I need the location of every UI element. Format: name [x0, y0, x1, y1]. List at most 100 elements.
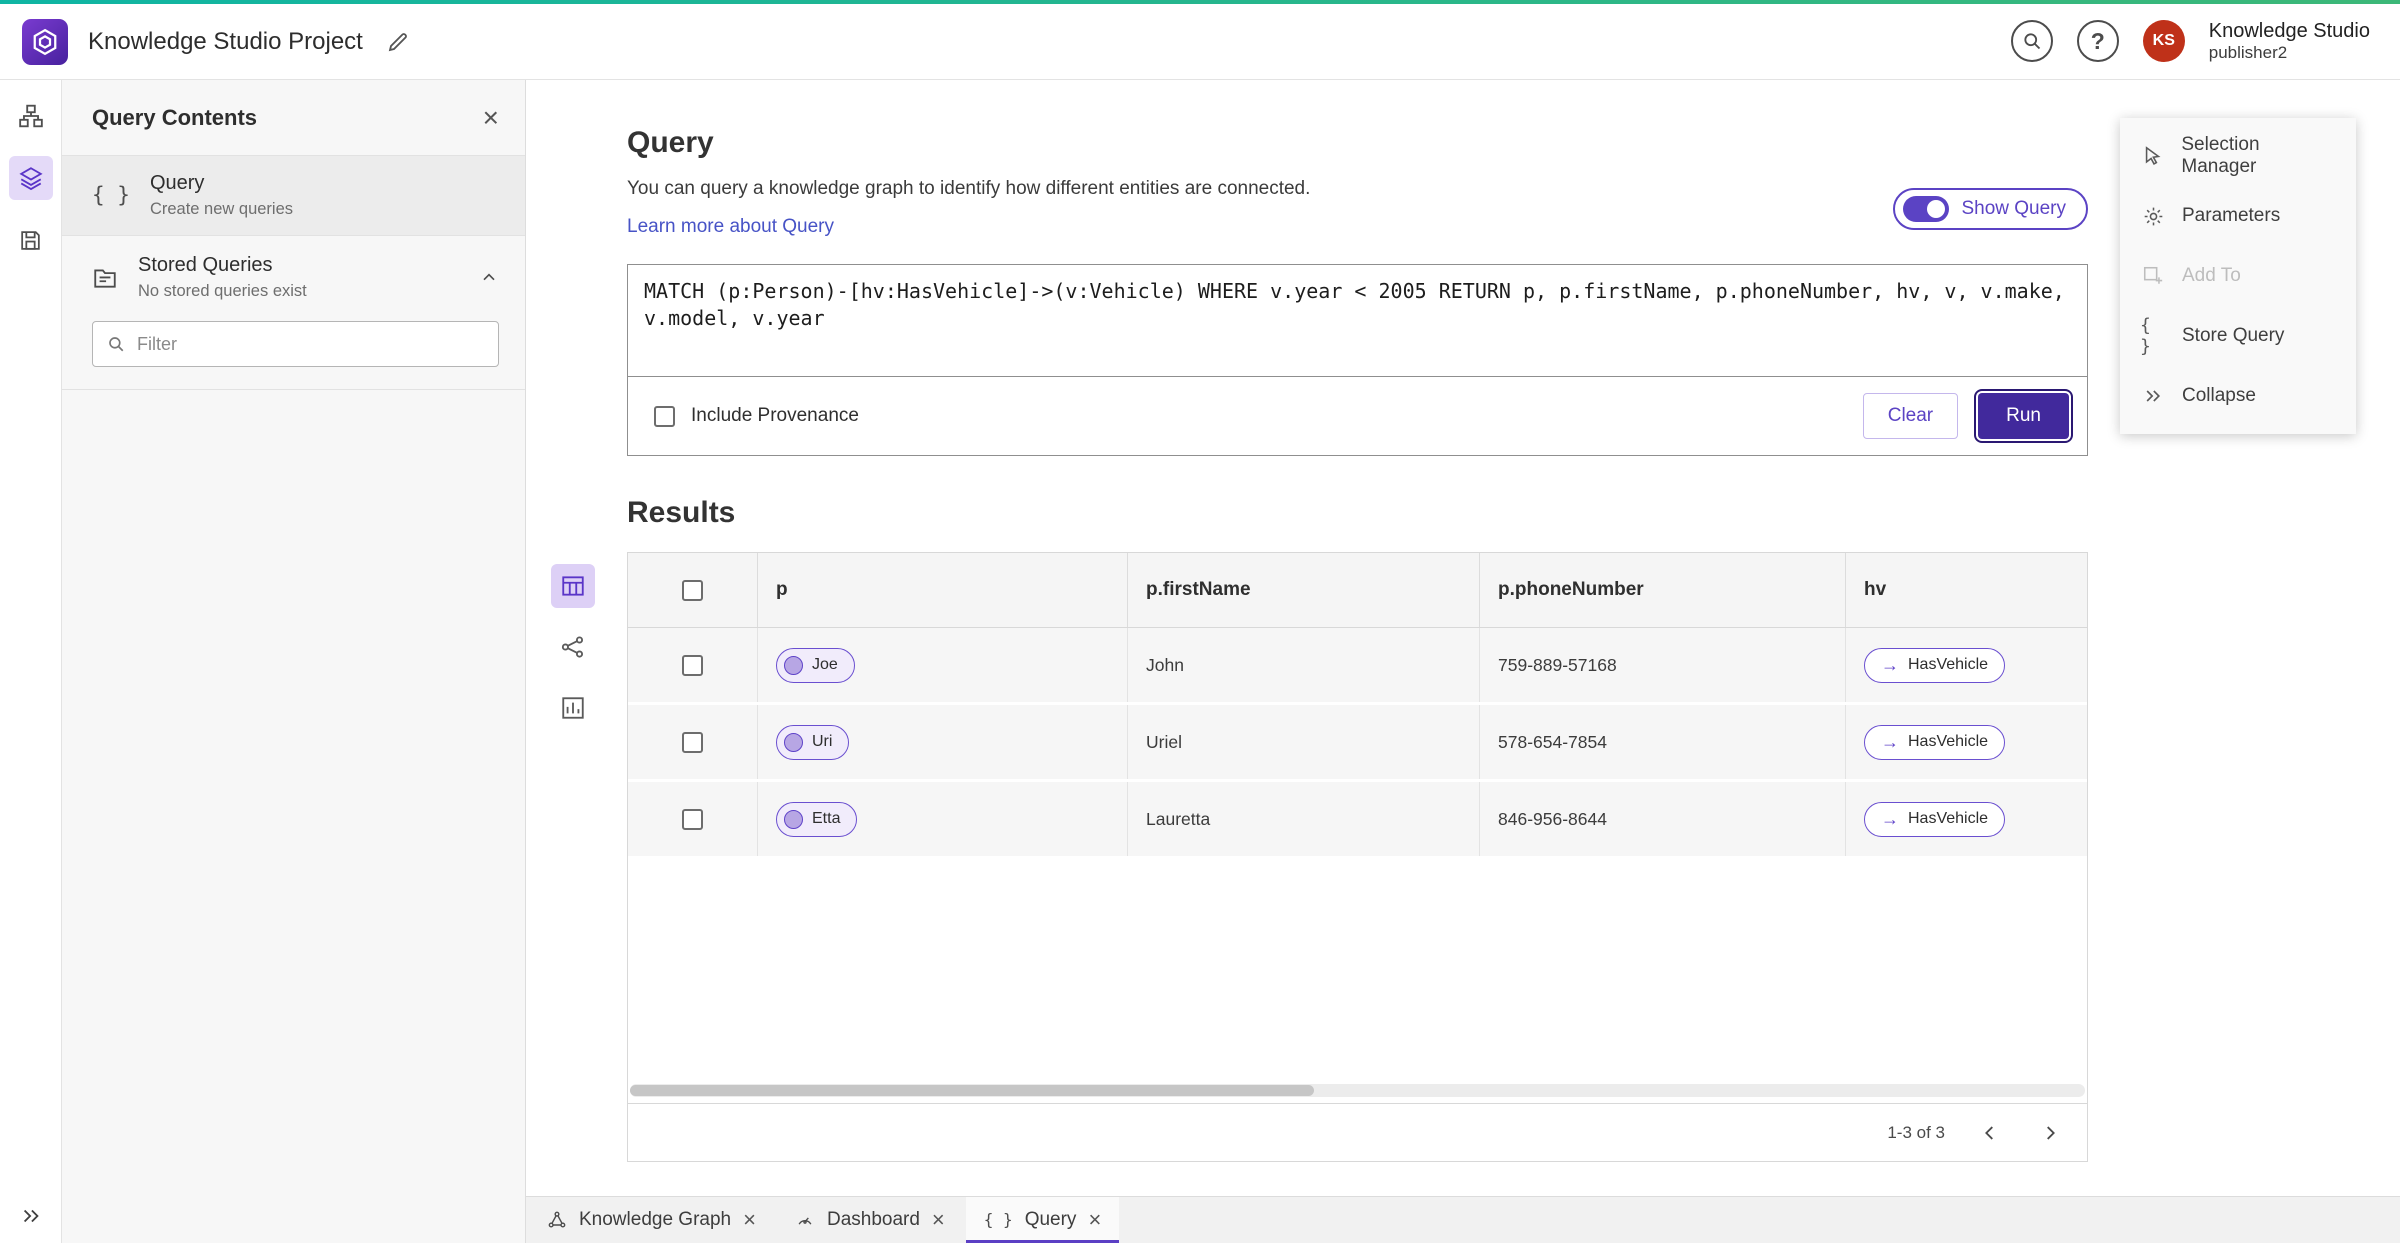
- avatar[interactable]: KS: [2142, 20, 2185, 63]
- node-chip[interactable]: Etta: [776, 801, 858, 837]
- node-icon: [784, 655, 803, 675]
- menu-item-store-query[interactable]: Store Query: [2120, 306, 2356, 366]
- menu-item-label: Collapse: [2182, 385, 2256, 406]
- page-title: Query: [627, 126, 714, 159]
- next-page-button[interactable]: [2035, 1118, 2065, 1148]
- row-checkbox[interactable]: [682, 808, 703, 830]
- toggle-switch-icon: [1903, 196, 1950, 222]
- previous-page-button[interactable]: [1975, 1118, 2005, 1148]
- collapse-section-button[interactable]: [479, 268, 499, 288]
- node-chip-label: Joe: [812, 656, 838, 673]
- sitemap-icon: [18, 104, 43, 128]
- scrollbar-thumb[interactable]: [630, 1085, 1314, 1096]
- column-header-firstname[interactable]: p.firstName: [1128, 553, 1480, 627]
- pagination-range: 1-3 of 3: [1887, 1122, 1945, 1142]
- close-tab-icon[interactable]: [743, 1209, 756, 1231]
- run-button[interactable]: Run: [1978, 393, 2069, 439]
- chart-view-icon: [562, 697, 584, 719]
- select-all-checkbox[interactable]: [682, 579, 703, 601]
- node-chip[interactable]: Joe: [776, 647, 855, 683]
- node-chip[interactable]: Uri: [776, 724, 850, 760]
- results-section: p p.firstName p.phoneNumber hv Joe John …: [551, 552, 2089, 1162]
- edge-arrow-icon: [1881, 732, 1899, 753]
- sidebar-item-query[interactable]: Query Create new queries: [62, 156, 525, 236]
- double-chevron-right-icon: [2146, 390, 2161, 402]
- braces-icon: [984, 1210, 1013, 1230]
- graph-view-icon: [561, 636, 584, 658]
- braces-icon: [2140, 315, 2166, 357]
- edge-chip[interactable]: HasVehicle: [1864, 801, 2006, 837]
- learn-more-link[interactable]: Learn more about Query: [627, 216, 834, 238]
- query-item-subtitle: Create new queries: [149, 200, 294, 218]
- close-panel-icon[interactable]: [483, 104, 499, 132]
- cell-phonenumber: 846-956-8644: [1480, 782, 1846, 856]
- rail-item-model-hierarchy[interactable]: [9, 94, 53, 138]
- close-tab-icon[interactable]: [932, 1209, 945, 1231]
- table-row: Etta Lauretta 846-956-8644 HasVehicle: [628, 782, 2087, 856]
- tab-dashboard[interactable]: Dashboard: [777, 1197, 963, 1243]
- rail-expand-button[interactable]: [0, 1205, 61, 1227]
- top-accent-bar: [0, 0, 2400, 4]
- stored-queries-header[interactable]: Stored Queries No stored queries exist: [62, 236, 525, 315]
- edge-chip[interactable]: HasVehicle: [1864, 724, 2006, 760]
- edge-chip[interactable]: HasVehicle: [1864, 647, 2006, 683]
- cursor-select-icon: [2145, 146, 2161, 165]
- icon-rail: [0, 80, 62, 1243]
- cell-firstname: Lauretta: [1128, 782, 1480, 856]
- node-chip-label: Etta: [812, 810, 841, 827]
- user-info: Knowledge Studio publisher2: [2209, 19, 2370, 63]
- row-checkbox[interactable]: [682, 731, 703, 753]
- horizontal-scrollbar[interactable]: [630, 1084, 2085, 1097]
- results-title: Results: [627, 496, 736, 529]
- menu-item-label: Add To: [2182, 265, 2241, 286]
- query-contents-panel: Query Contents Query Create new queries …: [62, 80, 526, 1243]
- menu-item-parameters[interactable]: Parameters: [2120, 186, 2356, 246]
- dashboard-gauge-icon: [798, 1217, 812, 1225]
- pagination-bar: 1-3 of 3: [628, 1103, 2087, 1161]
- query-editor-box: MATCH (p:Person)-[hv:HasVehicle]->(v:Veh…: [627, 264, 2088, 456]
- save-icon: [21, 230, 40, 250]
- query-textarea[interactable]: MATCH (p:Person)-[hv:HasVehicle]->(v:Veh…: [628, 265, 2087, 377]
- search-icon: [109, 337, 124, 352]
- table-empty-area: [628, 859, 2087, 1084]
- header-actions: KS Knowledge Studio publisher2: [2010, 19, 2370, 63]
- query-page: Query You can query a knowledge graph to…: [526, 80, 2400, 1196]
- rail-item-saved[interactable]: [9, 218, 53, 262]
- menu-item-selection-manager[interactable]: Selection Manager: [2120, 126, 2356, 186]
- include-provenance-checkbox[interactable]: [654, 405, 675, 427]
- table-view-button[interactable]: [551, 564, 595, 608]
- node-chip-label: Uri: [812, 733, 833, 750]
- show-query-toggle[interactable]: Show Query: [1893, 188, 2088, 230]
- filter-field: [92, 321, 499, 367]
- menu-item-label: Parameters: [2182, 205, 2281, 226]
- help-button[interactable]: [2076, 20, 2119, 63]
- cell-firstname: John: [1128, 628, 1480, 702]
- tab-knowledge-graph[interactable]: Knowledge Graph: [529, 1197, 774, 1243]
- add-to-icon: [2143, 266, 2163, 284]
- close-tab-icon[interactable]: [1088, 1209, 1101, 1231]
- graph-view-button[interactable]: [551, 625, 595, 669]
- stored-queries-section: Stored Queries No stored queries exist: [62, 236, 525, 390]
- column-header-phonenumber[interactable]: p.phoneNumber: [1480, 553, 1846, 627]
- chart-view-button[interactable]: [551, 686, 595, 730]
- clear-button[interactable]: Clear: [1862, 393, 1959, 439]
- menu-item-collapse[interactable]: Collapse: [2120, 366, 2356, 426]
- column-header-hv[interactable]: hv: [1846, 553, 2089, 627]
- app-logo[interactable]: [22, 18, 68, 65]
- edge-chip-label: HasVehicle: [1908, 656, 1989, 673]
- row-checkbox[interactable]: [682, 654, 703, 676]
- tab-label: Dashboard: [826, 1209, 920, 1230]
- table-row: Joe John 759-889-57168 HasVehicle: [628, 628, 2087, 702]
- menu-item-add-to: Add To: [2120, 246, 2356, 306]
- query-item-title: Query: [149, 172, 205, 194]
- column-header-p[interactable]: p: [758, 553, 1128, 627]
- search-button[interactable]: [2010, 20, 2053, 63]
- tab-query[interactable]: Query: [965, 1197, 1120, 1243]
- chevron-up-icon: [483, 272, 495, 280]
- stored-queries-subtitle: No stored queries exist: [138, 282, 307, 300]
- filter-input[interactable]: [137, 333, 484, 355]
- chevron-right-icon: [2047, 1125, 2055, 1140]
- edit-title-button[interactable]: [381, 25, 415, 59]
- rail-item-queries[interactable]: [8, 156, 53, 200]
- menu-item-label: Store Query: [2182, 325, 2285, 346]
